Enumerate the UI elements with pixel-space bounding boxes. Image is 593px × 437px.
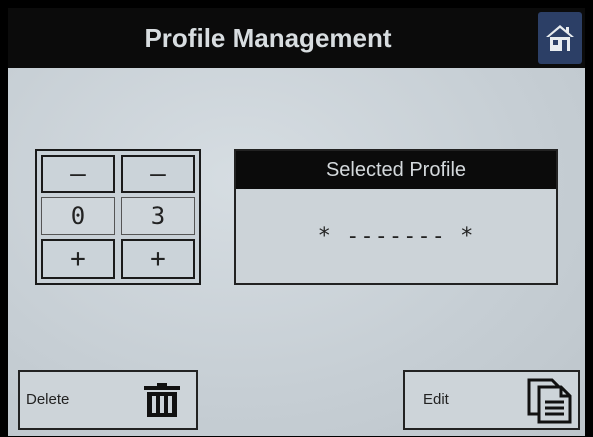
profile-number-stepper: — — 0 3 + +: [35, 149, 201, 285]
title-bar: Profile Management: [8, 8, 585, 68]
trash-icon: [144, 383, 180, 417]
digit2-decrement-button[interactable]: —: [121, 155, 195, 193]
digit1-value: 0: [41, 197, 115, 235]
digit1-decrement-button[interactable]: —: [41, 155, 115, 193]
screen: Profile Management — — 0 3 + + Selected …: [8, 8, 585, 436]
edit-button[interactable]: Edit: [403, 370, 580, 430]
edit-button-label: Edit: [423, 391, 449, 408]
document-icon: [527, 378, 572, 424]
page-title: Profile Management: [144, 23, 392, 53]
home-icon: [546, 25, 574, 51]
delete-button[interactable]: Delete: [18, 370, 198, 430]
digit2-increment-button[interactable]: +: [121, 239, 195, 279]
delete-button-label: Delete: [26, 391, 70, 408]
digit2-value: 3: [121, 197, 195, 235]
selected-profile-panel: Selected Profile * ------- *: [234, 149, 558, 285]
selected-profile-header: Selected Profile: [236, 151, 556, 189]
home-button[interactable]: [538, 12, 582, 64]
selected-profile-value: * ------- *: [317, 223, 475, 249]
digit1-increment-button[interactable]: +: [41, 239, 115, 279]
